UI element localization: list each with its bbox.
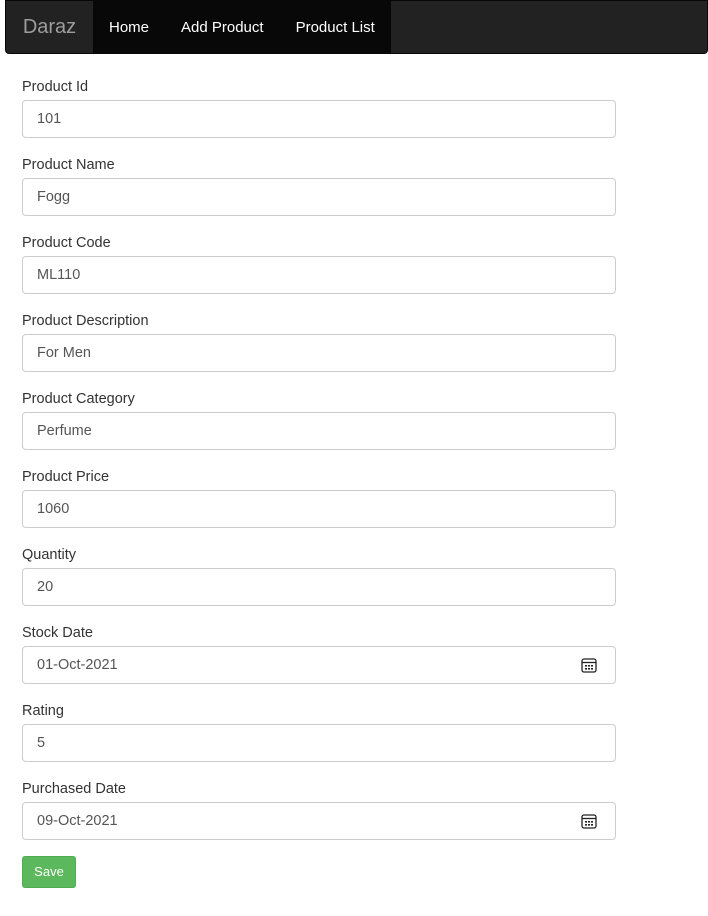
stock-date-label: Stock Date: [22, 625, 93, 641]
nav-link-product-list[interactable]: Product List: [280, 1, 391, 53]
product-description-value: For Men: [37, 345, 91, 361]
stock-date-input[interactable]: 01-Oct-2021: [22, 646, 616, 684]
form-group-product-category: Product Category Perfume: [22, 390, 616, 450]
rating-input[interactable]: 5: [22, 724, 616, 762]
product-category-label: Product Category: [22, 391, 135, 407]
product-price-label: Product Price: [22, 469, 110, 485]
product-price-input[interactable]: 1060: [22, 490, 616, 528]
product-id-label: Product Id: [22, 79, 89, 95]
product-code-input[interactable]: ML110: [22, 256, 616, 294]
product-name-label: Product Name: [22, 157, 115, 173]
product-code-label: Product Code: [22, 235, 111, 251]
calendar-icon[interactable]: [581, 813, 597, 829]
rating-label: Rating: [22, 703, 64, 719]
product-description-input[interactable]: For Men: [22, 334, 616, 372]
rating-value: 5: [37, 735, 46, 751]
stock-date-value: 01-Oct-2021: [37, 657, 118, 673]
product-category-input[interactable]: Perfume: [22, 412, 616, 450]
quantity-value: 20: [37, 579, 54, 595]
brand-logo[interactable]: Daraz: [6, 1, 93, 53]
product-id-input[interactable]: 101: [22, 100, 616, 138]
quantity-input[interactable]: 20: [22, 568, 616, 606]
nav-link-add-product[interactable]: Add Product: [165, 1, 280, 53]
form-group-stock-date: Stock Date 01-Oct-2021: [22, 624, 616, 684]
purchased-date-input[interactable]: 09-Oct-2021: [22, 802, 616, 840]
nav-link-home[interactable]: Home: [93, 1, 165, 53]
calendar-icon[interactable]: [581, 657, 597, 673]
form-group-rating: Rating 5: [22, 702, 616, 762]
product-description-label: Product Description: [22, 313, 149, 329]
product-category-value: Perfume: [37, 423, 92, 439]
product-name-value: Fogg: [37, 189, 71, 205]
form-group-product-id: Product Id 101: [22, 78, 616, 138]
form-group-purchased-date: Purchased Date 09-Oct-2021: [22, 780, 616, 840]
product-name-input[interactable]: Fogg: [22, 178, 616, 216]
purchased-date-label: Purchased Date: [22, 781, 126, 797]
purchased-date-value: 09-Oct-2021: [37, 813, 118, 829]
product-id-value: 101: [37, 111, 62, 127]
form-group-product-description: Product Description For Men: [22, 312, 616, 372]
form-group-product-price: Product Price 1060: [22, 468, 616, 528]
form-group-quantity: Quantity 20: [22, 546, 616, 606]
navbar: Daraz Home Add Product Product List: [5, 0, 708, 54]
save-button[interactable]: Save: [22, 856, 76, 888]
nav-links: Home Add Product Product List: [93, 1, 391, 53]
form-group-product-name: Product Name Fogg: [22, 156, 616, 216]
product-price-value: 1060: [37, 501, 70, 517]
product-form: Product Id 101 Product Name Fogg Product…: [22, 78, 616, 888]
quantity-label: Quantity: [22, 547, 76, 563]
form-group-product-code: Product Code ML110: [22, 234, 616, 294]
product-code-value: ML110: [37, 267, 81, 283]
